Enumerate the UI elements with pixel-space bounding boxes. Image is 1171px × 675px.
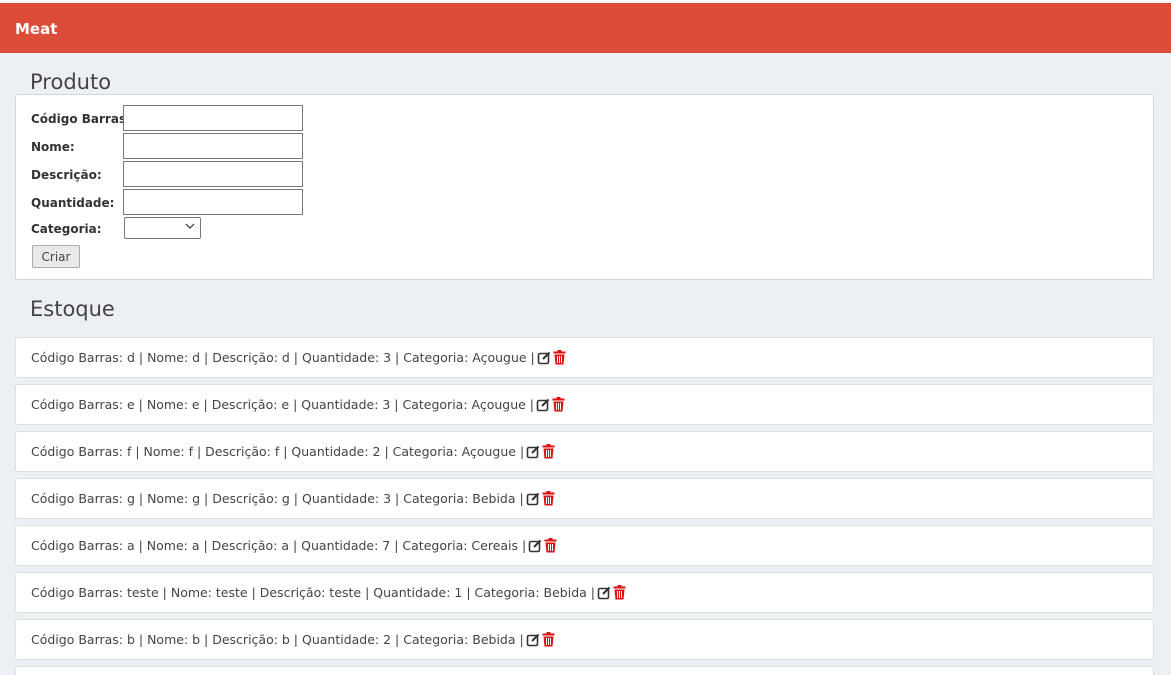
edit-icon[interactable] <box>536 398 550 417</box>
chevron-down-icon <box>185 222 195 234</box>
edit-icon[interactable] <box>526 633 540 652</box>
trash-icon[interactable] <box>552 397 565 417</box>
item-text: Código Barras: g | Nome: g | Descrição: … <box>31 491 524 506</box>
edit-icon[interactable] <box>526 492 540 511</box>
item-text: Código Barras: d | Nome: d | Descrição: … <box>31 350 535 365</box>
codigo-barras-label: Código Barras: <box>31 112 131 126</box>
brand-logo[interactable]: Meat <box>15 19 57 39</box>
trash-icon[interactable] <box>553 350 566 370</box>
edit-icon[interactable] <box>597 586 611 605</box>
list-item <box>15 666 1154 675</box>
categoria-select[interactable] <box>124 217 201 239</box>
categoria-label: Categoria: <box>31 222 102 236</box>
list-item: Código Barras: g | Nome: g | Descrição: … <box>15 478 1154 519</box>
edit-icon[interactable] <box>537 351 551 370</box>
produto-form-box: Código Barras: Nome: Descrição: Quantida… <box>15 94 1154 280</box>
quantidade-input[interactable] <box>123 189 303 215</box>
item-text: Código Barras: teste | Nome: teste | Des… <box>31 585 595 600</box>
quantidade-label: Quantidade: <box>31 196 115 210</box>
produto-title: Produto <box>30 70 112 94</box>
trash-icon[interactable] <box>542 491 555 511</box>
trash-icon[interactable] <box>544 538 557 558</box>
main-header: Meat <box>0 3 1171 53</box>
list-item: Código Barras: b | Nome: b | Descrição: … <box>15 619 1154 660</box>
descricao-input[interactable] <box>123 161 303 187</box>
trash-icon[interactable] <box>542 444 555 464</box>
edit-icon[interactable] <box>526 445 540 464</box>
edit-icon[interactable] <box>528 539 542 558</box>
nome-input[interactable] <box>123 133 303 159</box>
item-text: Código Barras: b | Nome: b | Descrição: … <box>31 632 524 647</box>
trash-icon[interactable] <box>613 585 626 605</box>
list-item: Código Barras: a | Nome: a | Descrição: … <box>15 525 1154 566</box>
item-text: Código Barras: e | Nome: e | Descrição: … <box>31 397 535 412</box>
list-item: Código Barras: f | Nome: f | Descrição: … <box>15 431 1154 472</box>
codigo-barras-input[interactable] <box>123 105 303 131</box>
list-item: Código Barras: d | Nome: d | Descrição: … <box>15 337 1154 378</box>
list-item: Código Barras: e | Nome: e | Descrição: … <box>15 384 1154 425</box>
nome-label: Nome: <box>31 140 75 154</box>
item-text: Código Barras: a | Nome: a | Descrição: … <box>31 538 527 553</box>
criar-button[interactable]: Criar <box>32 245 80 268</box>
list-item: Código Barras: teste | Nome: teste | Des… <box>15 572 1154 613</box>
estoque-title: Estoque <box>30 297 115 321</box>
trash-icon[interactable] <box>542 632 555 652</box>
item-text: Código Barras: f | Nome: f | Descrição: … <box>31 444 525 459</box>
descricao-label: Descrição: <box>31 168 102 182</box>
